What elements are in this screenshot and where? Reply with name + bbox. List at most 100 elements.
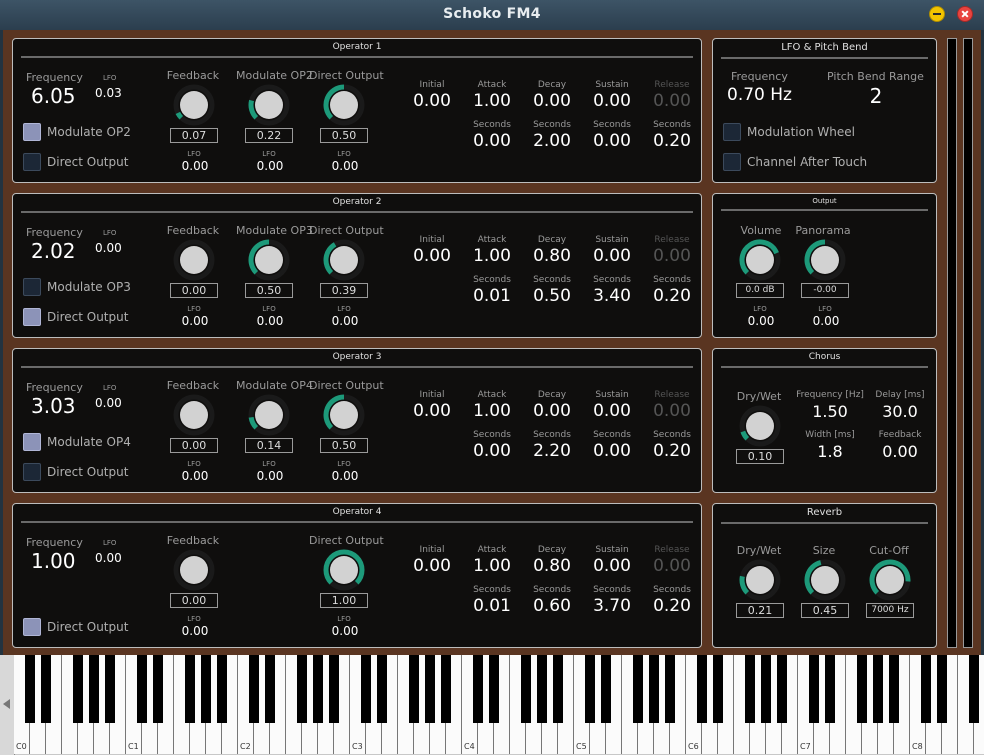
black-key[interactable]: [265, 655, 275, 723]
modulate-lfo-value[interactable]: 0.00: [253, 469, 287, 483]
sustain-seconds-value[interactable]: 0.00: [585, 441, 639, 461]
release-seconds-value[interactable]: 0.20: [645, 286, 699, 306]
attack-seconds-value[interactable]: 0.01: [465, 286, 519, 306]
decay-seconds-value[interactable]: 2.00: [525, 131, 579, 151]
reverb-cutoff-knob[interactable]: [869, 559, 911, 601]
direct-output-checkbox[interactable]: [23, 618, 41, 636]
feedback-lfo-value[interactable]: 0.00: [178, 624, 212, 638]
release-seconds-value[interactable]: 0.20: [645, 596, 699, 616]
attack-value[interactable]: 1.00: [465, 91, 519, 111]
feedback-value[interactable]: 0.07: [170, 128, 218, 143]
aftertouch-checkbox[interactable]: [723, 153, 741, 171]
feedback-lfo-value[interactable]: 0.00: [178, 159, 212, 173]
direct-output-checkbox[interactable]: [23, 308, 41, 326]
minimize-icon[interactable]: [929, 6, 945, 22]
decay-value[interactable]: 0.80: [525, 556, 579, 576]
black-key[interactable]: [313, 655, 323, 723]
direct-output-checkbox[interactable]: [23, 153, 41, 171]
chorus-drywet-value[interactable]: 0.10: [736, 449, 784, 464]
black-key[interactable]: [889, 655, 899, 723]
direct-lfo-value[interactable]: 0.00: [328, 469, 362, 483]
feedback-knob[interactable]: [173, 84, 215, 126]
modulate-checkbox[interactable]: [23, 123, 41, 141]
attack-seconds-value[interactable]: 0.00: [465, 441, 519, 461]
black-key[interactable]: [601, 655, 611, 723]
black-key[interactable]: [201, 655, 211, 723]
black-key[interactable]: [745, 655, 755, 723]
black-key[interactable]: [473, 655, 483, 723]
black-key[interactable]: [873, 655, 883, 723]
modulate-checkbox[interactable]: [23, 433, 41, 451]
close-icon[interactable]: [957, 6, 973, 22]
black-key[interactable]: [553, 655, 563, 723]
black-key[interactable]: [441, 655, 451, 723]
release-value[interactable]: 0.00: [645, 556, 699, 576]
reverb-drywet-value[interactable]: 0.21: [736, 603, 784, 618]
frequency-value[interactable]: 6.05: [31, 84, 76, 108]
direct-output-knob[interactable]: [323, 84, 365, 126]
decay-seconds-value[interactable]: 0.60: [525, 596, 579, 616]
release-seconds-value[interactable]: 0.20: [645, 441, 699, 461]
direct-output-value[interactable]: 1.00: [320, 593, 368, 608]
chorus-width-value[interactable]: 1.8: [799, 442, 861, 461]
reverb-drywet-knob[interactable]: [739, 559, 781, 601]
black-key[interactable]: [761, 655, 771, 723]
initial-value[interactable]: 0.00: [405, 246, 459, 266]
black-key[interactable]: [521, 655, 531, 723]
release-value[interactable]: 0.00: [645, 246, 699, 266]
decay-value[interactable]: 0.80: [525, 246, 579, 266]
black-key[interactable]: [25, 655, 35, 723]
attack-value[interactable]: 1.00: [465, 556, 519, 576]
feedback-knob[interactable]: [173, 549, 215, 591]
black-key[interactable]: [153, 655, 163, 723]
black-key[interactable]: [377, 655, 387, 723]
direct-output-checkbox[interactable]: [23, 463, 41, 481]
lfo-frequency-value[interactable]: 0.70 Hz: [727, 85, 792, 105]
black-key[interactable]: [713, 655, 723, 723]
black-key[interactable]: [921, 655, 931, 723]
initial-value[interactable]: 0.00: [405, 556, 459, 576]
modulate-value[interactable]: 0.22: [245, 128, 293, 143]
black-key[interactable]: [937, 655, 947, 723]
direct-output-knob[interactable]: [323, 394, 365, 436]
modulate-checkbox[interactable]: [23, 278, 41, 296]
freq-lfo-value[interactable]: 0.00: [95, 551, 122, 565]
modulation-wheel-checkbox[interactable]: [723, 123, 741, 141]
reverb-cutoff-value[interactable]: 7000 Hz: [866, 603, 914, 618]
frequency-value[interactable]: 2.02: [31, 239, 76, 263]
modulate-lfo-value[interactable]: 0.00: [253, 159, 287, 173]
black-key[interactable]: [137, 655, 147, 723]
feedback-lfo-value[interactable]: 0.00: [178, 469, 212, 483]
volume-lfo-value[interactable]: 0.00: [744, 314, 778, 328]
black-key[interactable]: [89, 655, 99, 723]
sustain-seconds-value[interactable]: 0.00: [585, 131, 639, 151]
panorama-value[interactable]: -0.00: [801, 283, 849, 298]
chorus-delay-value[interactable]: 30.0: [869, 402, 931, 421]
black-key[interactable]: [105, 655, 115, 723]
black-key[interactable]: [361, 655, 371, 723]
feedback-value[interactable]: 0.00: [170, 438, 218, 453]
decay-value[interactable]: 0.00: [525, 91, 579, 111]
pitch-bend-value[interactable]: 2: [861, 84, 891, 108]
black-key[interactable]: [697, 655, 707, 723]
feedback-value[interactable]: 0.00: [170, 593, 218, 608]
black-key[interactable]: [41, 655, 51, 723]
decay-seconds-value[interactable]: 2.20: [525, 441, 579, 461]
modulate-knob[interactable]: [248, 394, 290, 436]
reverb-size-knob[interactable]: [804, 559, 846, 601]
black-key[interactable]: [329, 655, 339, 723]
release-seconds-value[interactable]: 0.20: [645, 131, 699, 151]
attack-seconds-value[interactable]: 0.01: [465, 596, 519, 616]
sustain-value[interactable]: 0.00: [585, 91, 639, 111]
panorama-knob[interactable]: [804, 239, 846, 281]
modulate-lfo-value[interactable]: 0.00: [253, 314, 287, 328]
direct-output-value[interactable]: 0.39: [320, 283, 368, 298]
black-key[interactable]: [969, 655, 979, 723]
sustain-value[interactable]: 0.00: [585, 246, 639, 266]
black-key[interactable]: [217, 655, 227, 723]
panorama-lfo-value[interactable]: 0.00: [809, 314, 843, 328]
reverb-size-value[interactable]: 0.45: [801, 603, 849, 618]
sustain-seconds-value[interactable]: 3.40: [585, 286, 639, 306]
sustain-seconds-value[interactable]: 3.70: [585, 596, 639, 616]
initial-value[interactable]: 0.00: [405, 91, 459, 111]
